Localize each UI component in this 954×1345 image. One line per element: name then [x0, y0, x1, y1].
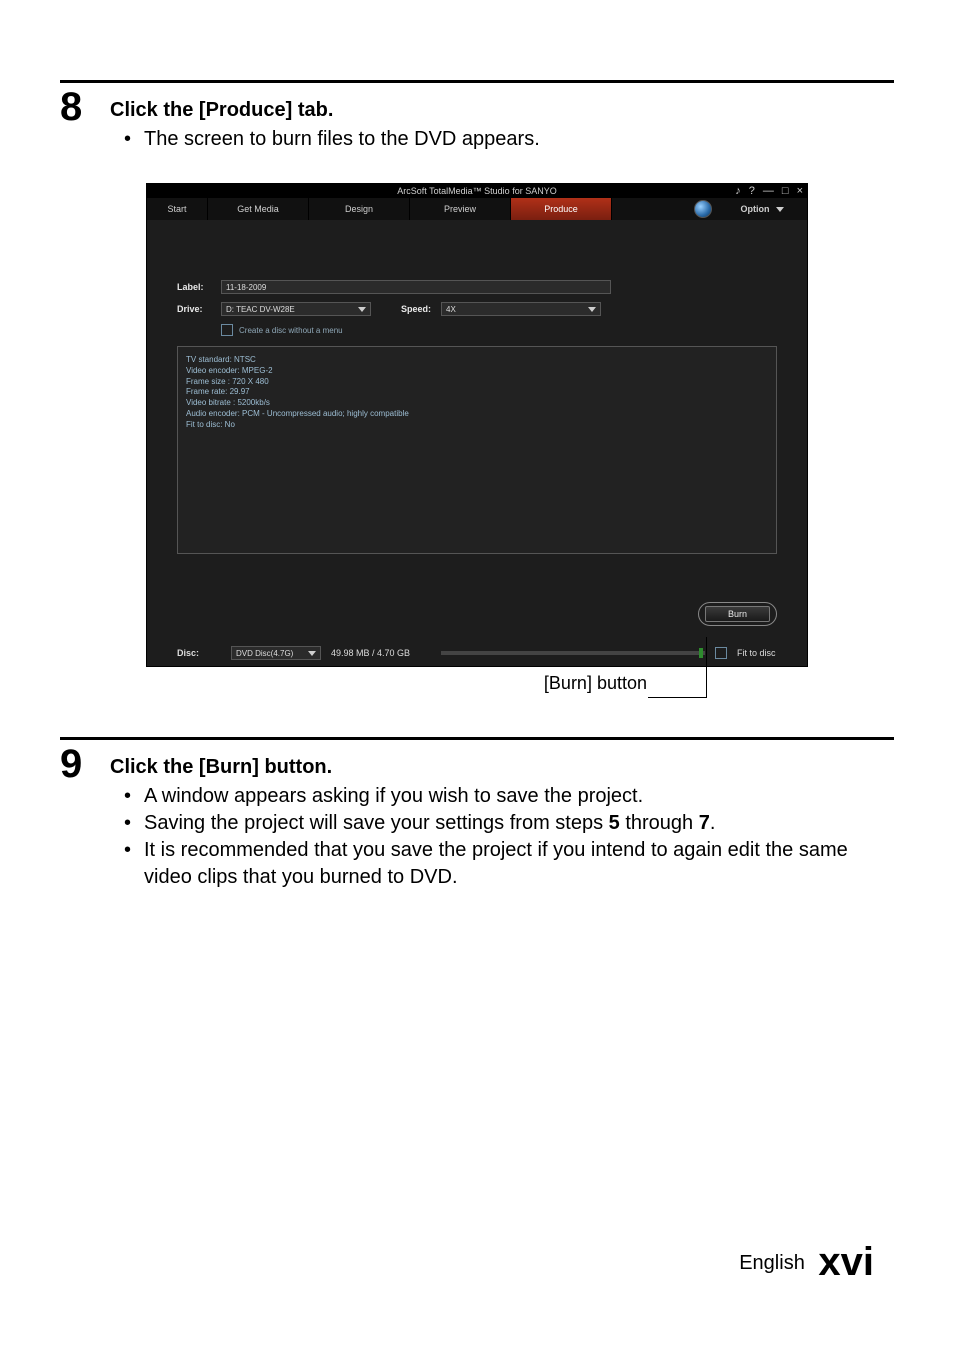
step-9-number: 9 — [60, 744, 110, 784]
info-line: Video encoder: MPEG-2 — [186, 366, 768, 377]
disc-label: Disc: — [177, 648, 221, 658]
step-9-bullet-2: Saving the project will save your settin… — [140, 810, 894, 837]
step-8-title: Click the [Produce] tab. — [110, 99, 894, 122]
step-8-number: 8 — [60, 87, 110, 127]
music-icon[interactable]: ♪ — [735, 185, 741, 197]
globe-icon[interactable] — [689, 198, 717, 220]
label-field[interactable]: 11-18-2009 — [221, 280, 611, 294]
info-line: Frame size : 720 X 480 — [186, 377, 768, 388]
option-label: Option — [741, 204, 770, 214]
minimize-icon[interactable]: — — [763, 185, 774, 197]
chevron-down-icon — [588, 307, 596, 312]
tab-produce[interactable]: Produce — [511, 198, 612, 220]
disc-capacity-bar — [441, 651, 705, 655]
app-window: ArcSoft TotalMedia™ Studio for SANYO ♪ ?… — [146, 183, 808, 667]
burn-button-highlight: Burn — [698, 602, 777, 626]
info-line: Fit to disc: No — [186, 420, 768, 431]
info-line: TV standard: NTSC — [186, 355, 768, 366]
no-menu-checkbox-label: Create a disc without a menu — [239, 326, 343, 335]
close-icon[interactable]: × — [797, 185, 803, 197]
tab-preview[interactable]: Preview — [410, 198, 511, 220]
speed-value: 4X — [446, 305, 456, 314]
tab-design[interactable]: Design — [309, 198, 410, 220]
drive-value: D: TEAC DV-W28E — [226, 305, 295, 314]
info-line: Audio encoder: PCM - Uncompressed audio;… — [186, 409, 768, 420]
footer-language: English — [739, 1252, 805, 1274]
disc-value: DVD Disc(4.7G) — [236, 649, 293, 658]
speed-field-label: Speed: — [401, 304, 441, 314]
window-titlebar: ArcSoft TotalMedia™ Studio for SANYO ♪ ?… — [147, 184, 807, 198]
drive-select[interactable]: D: TEAC DV-W28E — [221, 302, 371, 316]
burn-button-callout-label: [Burn] button — [544, 673, 647, 694]
step-9-title: Click the [Burn] button. — [110, 756, 894, 779]
burn-button-callout: [Burn] button — [147, 673, 807, 697]
page-footer: English xvi — [739, 1240, 874, 1285]
step-8-bullet-1: The screen to burn files to the DVD appe… — [140, 126, 894, 153]
maximize-icon[interactable]: □ — [782, 185, 789, 197]
step-9-bullets: A window appears asking if you wish to s… — [110, 783, 894, 891]
burn-button[interactable]: Burn — [705, 606, 770, 622]
tab-get-media[interactable]: Get Media — [208, 198, 309, 220]
option-menu[interactable]: Option — [717, 198, 807, 220]
step-9-bullet-3: It is recommended that you save the proj… — [140, 837, 894, 891]
label-field-label: Label: — [177, 282, 221, 292]
window-title: ArcSoft TotalMedia™ Studio for SANYO — [397, 186, 556, 196]
info-line: Video bitrate : 5200kb/s — [186, 398, 768, 409]
encoding-info-panel: TV standard: NTSC Video encoder: MPEG-2 … — [177, 346, 777, 554]
step-9-bullet-1: A window appears asking if you wish to s… — [140, 783, 894, 810]
chevron-down-icon — [308, 651, 316, 656]
step-8-bullets: The screen to burn files to the DVD appe… — [110, 126, 894, 153]
footer-page-number: xvi — [818, 1240, 874, 1284]
tab-start[interactable]: Start — [147, 198, 208, 220]
disc-select[interactable]: DVD Disc(4.7G) — [231, 646, 321, 660]
info-line: Frame rate: 29.97 — [186, 387, 768, 398]
chevron-down-icon — [358, 307, 366, 312]
speed-select[interactable]: 4X — [441, 302, 601, 316]
drive-field-label: Drive: — [177, 304, 221, 314]
chevron-down-icon — [776, 207, 784, 212]
no-menu-checkbox[interactable] — [221, 324, 233, 336]
fit-to-disc-checkbox[interactable] — [715, 647, 727, 659]
help-icon[interactable]: ? — [749, 185, 755, 197]
disc-size-readout: 49.98 MB / 4.70 GB — [331, 648, 431, 658]
fit-to-disc-label: Fit to disc — [737, 648, 797, 658]
